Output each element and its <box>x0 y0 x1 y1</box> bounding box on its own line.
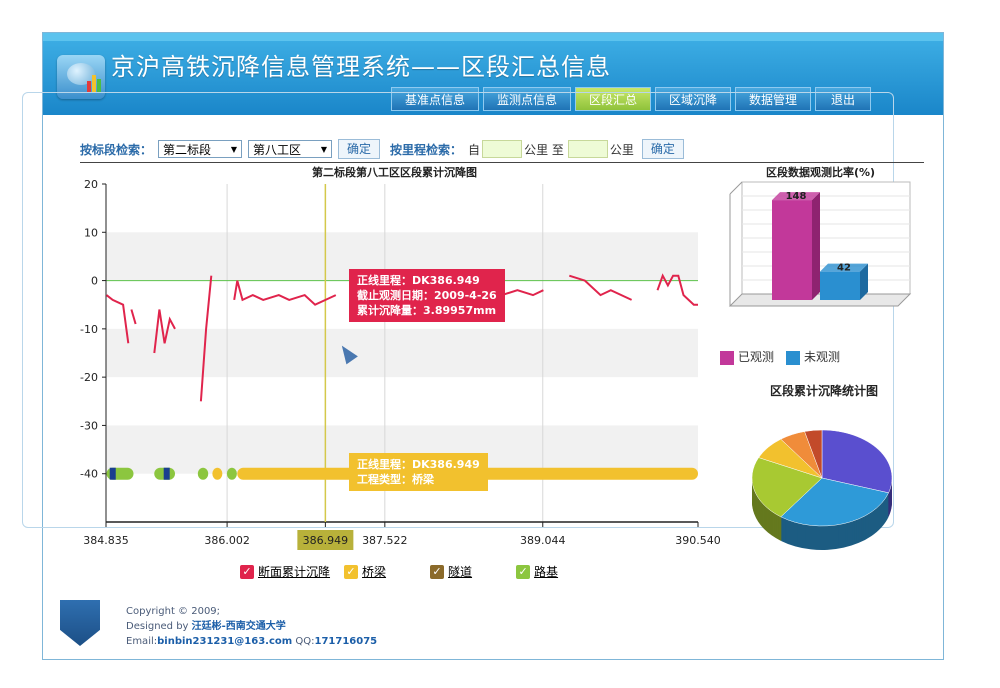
tooltip-structure: 正线里程：DK386.949 工程类型：桥梁 <box>349 453 488 491</box>
roadbed-segment <box>226 467 237 480</box>
tooltip-line: 工程类型：桥梁 <box>357 473 434 486</box>
chevron-down-icon: ▼ <box>320 144 328 154</box>
y-axis-edge <box>729 181 743 195</box>
pie-chart-title: 区段累计沉降统计图 <box>770 384 879 398</box>
bar-observed <box>772 200 812 300</box>
legend-item-bridge[interactable]: ✓ 桥梁 <box>344 563 386 580</box>
tooltip-line: 正线里程：DK386.949 <box>357 458 480 471</box>
tooltip-line: 截止观测日期：2009-4-26 <box>357 289 497 302</box>
section-select[interactable]: 第二标段 ▼ <box>158 140 243 158</box>
checkbox-icon: ✓ <box>344 564 359 579</box>
designer-name: 汪廷彬-西南交通大学 <box>191 621 286 632</box>
mileage-to-input[interactable] <box>567 140 608 158</box>
settlement-chart: 20 10 0 -10 -20 -30 -40 384.835 386.002 386.949 38… <box>80 178 721 550</box>
legend-item-tunnel[interactable]: ✓ 隧道 <box>430 563 472 580</box>
footer: Copyright © 2009; Designed by 汪廷彬-西南交通大学… <box>60 600 460 660</box>
mileage-confirm-button[interactable]: 确定 <box>641 139 684 159</box>
divider <box>80 162 924 163</box>
qq-label: QQ: <box>292 636 315 647</box>
x-tick-label: 386.949 <box>303 534 349 547</box>
legend-label: 已观测 <box>738 350 775 364</box>
y-tick-label: 0 <box>91 275 98 288</box>
email-label: Email: <box>126 636 158 647</box>
legend-item-roadbed[interactable]: ✓ 路基 <box>516 563 558 580</box>
x-tick-label: 384.835 <box>83 534 129 547</box>
search-bar: 按标段检索： 第二标段 ▼ 第八工区 ▼ 确定 按里程检索： 自 公里 至 公里… <box>80 138 694 160</box>
designed-by-text: Designed by <box>126 621 192 632</box>
footer-text: Copyright © 2009; Designed by 汪廷彬-西南交通大学… <box>126 604 377 649</box>
section-marker <box>163 467 170 480</box>
legend-label: 隧道 <box>448 565 473 579</box>
y-tick-label: -20 <box>80 371 98 384</box>
bar-unobserved <box>820 271 860 300</box>
tooltip-line: 正线里程：DK386.949 <box>357 274 480 287</box>
app-title: 京沪高铁沉降信息管理系统——区段汇总信息 <box>111 53 611 81</box>
x-tick-label: 387.522 <box>362 534 408 547</box>
settlement-line <box>233 280 337 306</box>
legend-item-settlement[interactable]: ✓ 断面累计沉降 <box>240 563 330 580</box>
y-tick-label: -40 <box>80 468 98 481</box>
y-tick-label: 20 <box>84 178 98 191</box>
copyright-text: Copyright © 2009; <box>126 606 221 617</box>
chevron-down-icon: ▼ <box>230 144 238 154</box>
section-marker <box>109 467 116 480</box>
bar-side <box>812 192 820 300</box>
observation-ratio-chart: 148 42 <box>728 181 912 307</box>
bar-value-label: 148 <box>786 191 807 202</box>
bar-value-label: 42 <box>837 263 851 274</box>
legend-label: 桥梁 <box>362 565 387 579</box>
y-tick-label: 10 <box>84 226 98 239</box>
checkbox-icon: ✓ <box>240 564 254 579</box>
legend-label: 断面累计沉降 <box>258 565 331 579</box>
y-tick-label: -10 <box>80 323 98 336</box>
university-logo-icon <box>60 600 100 646</box>
settlement-pie-chart <box>751 429 893 550</box>
legend-swatch <box>786 350 801 365</box>
tooltip-line: 累计沉降量：3.89957mm <box>357 304 497 317</box>
legend-item-unobserved: 未观测 <box>786 348 840 365</box>
bar-chart-legend: 已观测 未观测 <box>720 348 840 365</box>
work-area-select[interactable]: 第八工区 ▼ <box>248 140 333 158</box>
settlement-line <box>130 309 137 325</box>
legend-label: 路基 <box>534 565 559 579</box>
roadbed-segment <box>197 467 209 480</box>
bridge-segment <box>212 467 223 480</box>
email-link[interactable]: binbin231231@163.com <box>157 636 292 647</box>
x-tick-label: 389.044 <box>520 534 566 547</box>
qq-number: 171716075 <box>314 636 378 647</box>
section-select-value: 第二标段 <box>163 142 212 157</box>
mileage-search-label: 按里程检索： <box>390 142 463 157</box>
checkbox-icon: ✓ <box>430 564 445 579</box>
grid-band <box>106 328 698 378</box>
legend-label: 未观测 <box>804 350 841 364</box>
x-tick-label: 390.540 <box>675 534 721 547</box>
mileage-from-input[interactable] <box>482 140 523 158</box>
y-tick-label: -30 <box>80 419 98 432</box>
legend-item-observed: 已观测 <box>720 348 774 365</box>
from-label: 自 <box>468 142 481 157</box>
legend-swatch <box>720 350 734 365</box>
section-confirm-button[interactable]: 确定 <box>338 139 381 159</box>
km-label: 公里 <box>609 142 634 157</box>
x-tick-label: 386.002 <box>204 534 250 547</box>
km-to-label: 公里 至 <box>524 142 564 157</box>
main-chart-legend: ✓ 断面累计沉降 ✓ 桥梁 ✓ 隧道 ✓ 路基 <box>240 563 558 580</box>
checkbox-icon: ✓ <box>516 564 531 579</box>
tooltip-settlement: 正线里程：DK386.949 截止观测日期：2009-4-26 累计沉降量：3.… <box>349 269 505 322</box>
section-search-label: 按标段检索： <box>80 142 153 157</box>
work-area-select-value: 第八工区 <box>253 142 302 157</box>
